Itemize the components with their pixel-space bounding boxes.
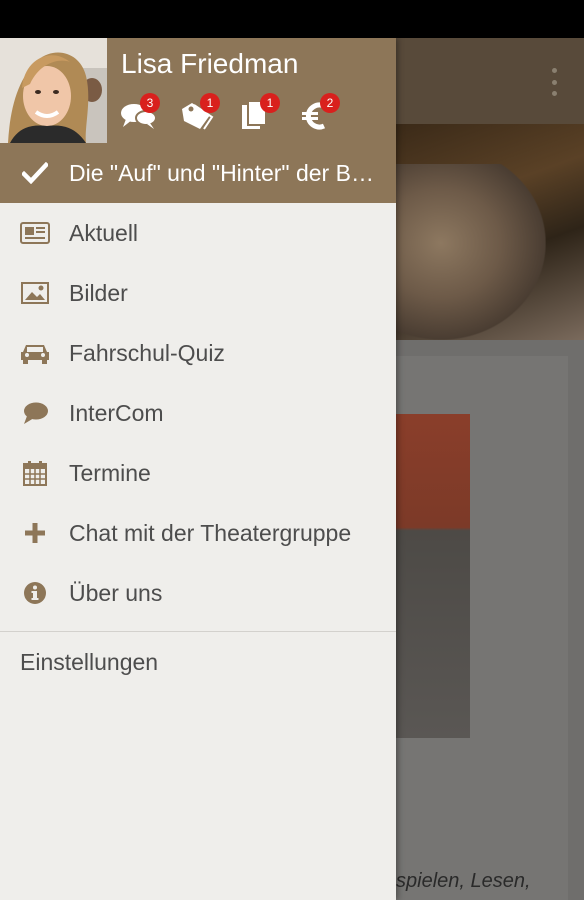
menu-item-die-auf-und-hinter[interactable]: Die "Auf" und "Hinter" der Bühne [0,143,396,203]
avatar[interactable] [0,38,107,143]
background-text-snippet: spielen, Lesen, [396,870,531,892]
status-bar [0,0,584,38]
drawer-header: Lisa Friedman 3 1 1 2 [0,38,396,143]
menu-item-label: Fahrschul-Quiz [69,339,225,366]
menu-item-label: Über uns [69,579,163,606]
badge-count: 1 [200,93,220,113]
image-icon [20,280,50,306]
notification-badges: 3 1 1 2 [120,93,340,131]
menu-item-label: Termine [69,459,151,486]
background-hero-image [396,124,584,340]
menu-item-chat-theatergruppe[interactable]: Chat mit der Theatergruppe [0,503,396,563]
menu-item-intercom[interactable]: InterCom [0,383,396,443]
background-card-image [396,414,470,738]
menu-item-label: Die "Auf" und "Hinter" der Bühne [69,159,381,186]
plus-icon [20,520,50,546]
menu-item-bilder[interactable]: Bilder [0,263,396,323]
overflow-menu-icon[interactable] [550,68,558,96]
payments-notifications[interactable]: 2 [300,93,340,131]
menu-item-ueber-uns[interactable]: Über uns [0,563,396,623]
badge-count: 2 [320,93,340,113]
navigation-drawer: Lisa Friedman 3 1 1 2 Die "Auf" und "Hin… [0,38,396,900]
tags-notifications[interactable]: 1 [180,93,220,131]
menu-item-label: Chat mit der Theatergruppe [69,519,352,546]
menu-item-fahrschul-quiz[interactable]: Fahrschul-Quiz [0,323,396,383]
menu-item-termine[interactable]: Termine [0,443,396,503]
settings-label: Einstellungen [20,648,159,675]
badge-count: 3 [140,93,160,113]
menu-item-label: Bilder [69,279,128,306]
pages-notifications[interactable]: 1 [240,93,280,131]
settings-item[interactable]: Einstellungen [0,632,396,692]
info-icon [20,580,50,606]
menu-item-aktuell[interactable]: Aktuell [0,203,396,263]
car-icon [20,340,50,366]
speech-bubble-icon [20,400,50,426]
badge-count: 1 [260,93,280,113]
checkmark-icon [20,160,50,186]
user-name: Lisa Friedman [121,48,299,79]
menu-item-label: InterCom [69,399,164,426]
chat-notifications[interactable]: 3 [120,93,160,131]
menu-item-label: Aktuell [69,219,139,246]
drawer-menu: Die "Auf" und "Hinter" der Bühne Aktuell… [0,143,396,623]
newspaper-icon [20,220,50,246]
calendar-icon [20,460,50,486]
